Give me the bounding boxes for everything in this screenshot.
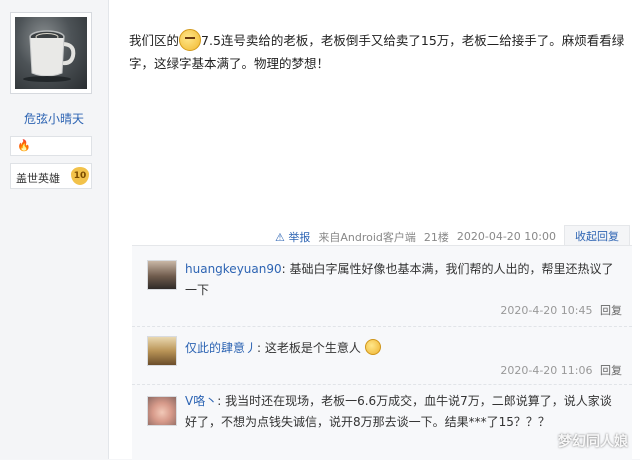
reply-text: 这老板是个生意人 [264,341,361,355]
reply-user-avatar[interactable] [147,396,177,426]
post-body: 我们区的 7.5连号卖给的老板，老板倒手又给卖了15万，老板二给接手了。麻烦看看绿… [129,29,629,75]
sweat-face-emoji-icon [364,339,381,355]
post-text-part-1: 我们区的 [129,33,180,48]
floor-number: 21楼 [423,230,449,244]
reply-item: huangkeyuan90: 基础白字属性好像也基本满，我们帮的人出的，帮里还热… [132,246,632,327]
post-datetime: 2020-04-20 10:00 [456,230,556,243]
post-source: 来自Android客户端 [318,230,416,244]
author-sidebar: 危弦小晴天 🔥 盖世英雄 10 [0,0,109,459]
reply-text: 我当时还在现场，老板一6.6万成交，血牛说7万，二郎说算了，说人家谈好了，不想为… [185,394,612,429]
reply-button[interactable]: 回复 [600,364,622,377]
reply-meta: 2020-4-20 10:45 回复 [500,302,622,318]
reply-item: 仅此的肆意丿: 这老板是个生意人 2020-4-20 11:06 回复 [132,326,632,385]
reply-time: 2020-4-20 10:45 [500,304,593,317]
report-link[interactable]: ⚠ 举报 [275,229,310,245]
reply-username[interactable]: 仅此的肆意丿 [185,341,257,355]
coffee-mug-avatar-image [15,17,87,89]
reply-user-avatar[interactable] [147,336,177,366]
reply-body: V咯丶: 我当时还在现场，老板一6.6万成交，血牛说7万，二郎说算了，说人家谈好… [185,394,612,429]
reply-item: V咯丶: 我当时还在现场，老板一6.6万成交，血牛说7万，二郎说算了，说人家谈好… [132,384,632,460]
level-badge-row[interactable]: 盖世英雄 10 [10,163,92,189]
level-shield-icon: 10 [71,167,89,185]
reply-body: huangkeyuan90: 基础白字属性好像也基本满，我们帮的人出的，帮里还热… [185,262,614,297]
smug-face-emoji-icon [179,29,202,51]
reply-username[interactable]: V咯丶 [185,394,217,408]
reply-button[interactable]: 回复 [600,304,622,317]
author-avatar[interactable] [10,12,92,94]
author-username[interactable]: 危弦小晴天 [0,110,108,127]
member-badge-row: 🔥 [10,136,92,156]
reply-username[interactable]: huangkeyuan90 [185,262,282,276]
reply-time: 2020-4-20 11:06 [500,364,593,377]
flame-badge-icon[interactable]: 🔥 [17,139,31,152]
watermark: 梦幻同人娘 [558,434,628,450]
post-content-area: 我们区的 7.5连号卖给的老板，老板倒手又给卖了15万，老板二给接手了。麻烦看看绿… [109,0,640,460]
reply-list: huangkeyuan90: 基础白字属性好像也基本满，我们帮的人出的，帮里还热… [132,245,632,460]
reply-meta: 2020-4-20 11:06 回复 [500,362,622,378]
reply-user-avatar[interactable] [147,260,177,290]
level-title: 盖世英雄 [16,172,60,185]
reply-body: 仅此的肆意丿: 这老板是个生意人 [185,338,623,359]
post-text-part-2: 7.5连号卖给的老板，老板倒手又给卖了15万，老板二给接手了。麻烦看看绿字，这绿… [129,33,625,71]
